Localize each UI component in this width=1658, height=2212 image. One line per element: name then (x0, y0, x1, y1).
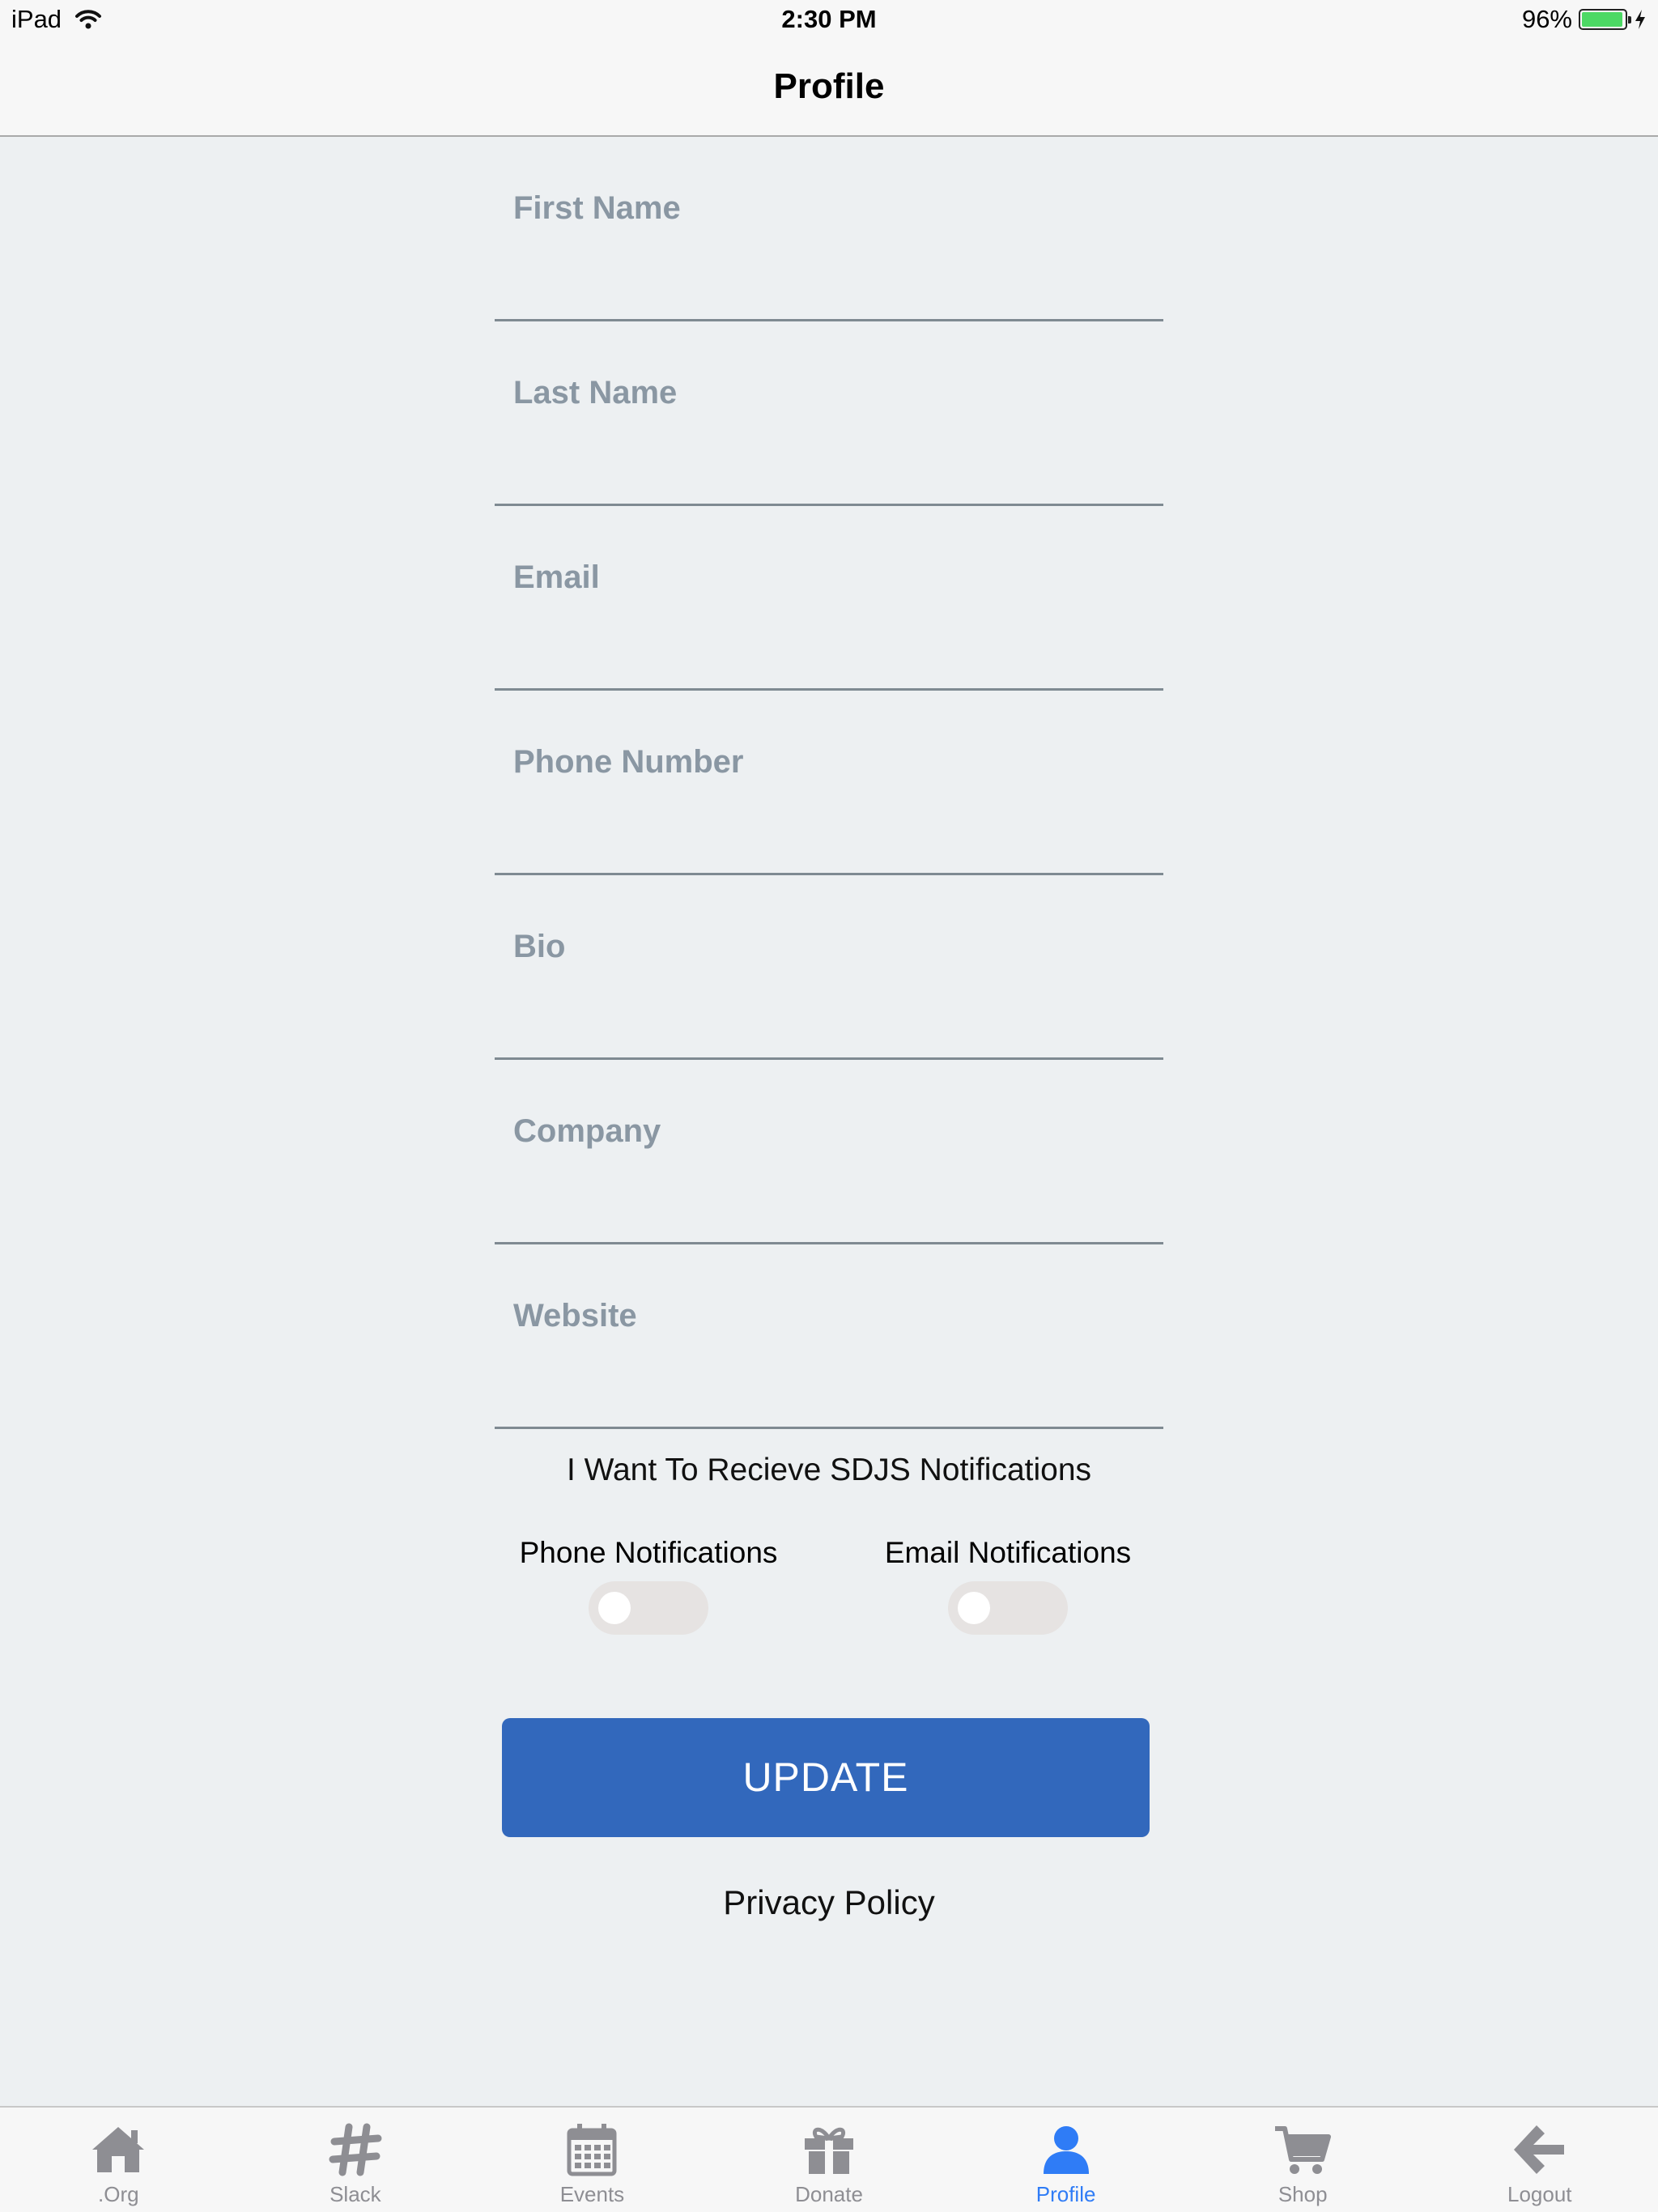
phone-notifications-toggle[interactable] (589, 1581, 708, 1635)
tab-profile-label: Profile (1035, 2182, 1096, 2206)
tab-bar: .Org Slack Events Donate Profile Shop Lo… (0, 2106, 1658, 2212)
tab-shop-label: Shop (1278, 2182, 1328, 2206)
email-field[interactable]: Email (495, 506, 1163, 691)
status-time: 2:30 PM (781, 5, 877, 33)
company-placeholder: Company (513, 1113, 661, 1149)
battery-percent: 96% (1521, 5, 1572, 33)
tab-shop[interactable]: Shop (1184, 2108, 1422, 2212)
first-name-placeholder: First Name (513, 190, 681, 226)
last-name-field[interactable]: Last Name (495, 321, 1163, 506)
email-notifications-group: Email Notifications (870, 1536, 1146, 1635)
nav-bar: Profile (0, 45, 1658, 137)
toggle-knob (598, 1592, 631, 1624)
tab-logout[interactable]: Logout (1421, 2108, 1658, 2212)
phone-notifications-label: Phone Notifications (519, 1536, 778, 1569)
tab-events-label: Events (559, 2182, 625, 2206)
tab-slack-label: Slack (329, 2182, 381, 2206)
tab-slack[interactable]: Slack (237, 2108, 474, 2212)
page-title: Profile (773, 66, 885, 106)
company-field[interactable]: Company (495, 1060, 1163, 1244)
phone-number-field[interactable]: Phone Number (495, 691, 1163, 875)
first-name-field[interactable]: First Name (495, 137, 1163, 321)
profile-form: First Name Last Name Email Phone Number … (495, 137, 1163, 1429)
hashtag-icon (329, 2123, 382, 2176)
tab-org-label: .Org (98, 2182, 139, 2206)
phone-notifications-group: Phone Notifications (511, 1536, 786, 1635)
arrow-left-icon (1513, 2125, 1564, 2174)
calendar-icon (567, 2124, 617, 2176)
tab-profile[interactable]: Profile (947, 2108, 1184, 2212)
phone-number-placeholder: Phone Number (513, 744, 744, 780)
tab-donate-label: Donate (795, 2182, 863, 2206)
toggle-knob (958, 1592, 990, 1624)
privacy-policy-link[interactable]: Privacy Policy (0, 1883, 1658, 1922)
email-notifications-label: Email Notifications (884, 1536, 1132, 1569)
user-icon (1043, 2126, 1089, 2174)
email-placeholder: Email (513, 559, 600, 595)
website-field[interactable]: Website (495, 1244, 1163, 1429)
tab-events[interactable]: Events (474, 2108, 711, 2212)
tab-org[interactable]: .Org (0, 2108, 237, 2212)
status-right: 96% (1522, 5, 1647, 34)
tab-logout-label: Logout (1507, 2182, 1572, 2206)
battery-fill (1582, 12, 1622, 27)
cart-icon (1275, 2126, 1332, 2174)
battery-icon (1579, 9, 1631, 30)
charging-bolt-icon (1635, 10, 1645, 29)
bio-field[interactable]: Bio (495, 875, 1163, 1060)
last-name-placeholder: Last Name (513, 375, 678, 410)
email-notifications-toggle[interactable] (948, 1581, 1068, 1635)
battery-nub (1628, 16, 1631, 23)
update-button[interactable]: UPDATE (502, 1718, 1150, 1837)
tab-donate[interactable]: Donate (711, 2108, 948, 2212)
status-bar: iPad 2:30 PM 96% (0, 0, 1658, 45)
bio-placeholder: Bio (513, 929, 566, 964)
notifications-heading: I Want To Recieve SDJS Notifications (566, 1453, 1092, 1487)
gift-icon (805, 2127, 854, 2174)
home-icon (92, 2127, 145, 2172)
website-placeholder: Website (513, 1298, 637, 1334)
